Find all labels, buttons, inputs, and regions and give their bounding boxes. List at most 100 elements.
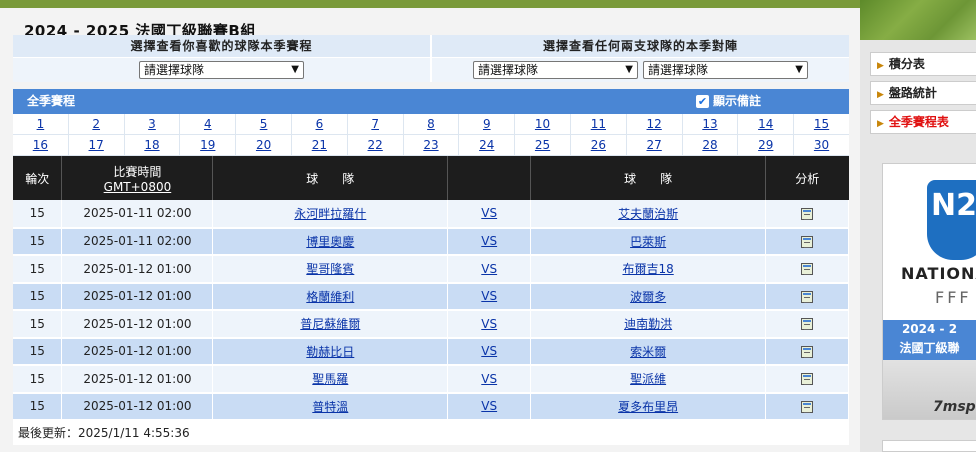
away-team-link[interactable]: 波爾多 (630, 290, 666, 304)
away-team-link[interactable]: 布爾吉18 (622, 262, 673, 276)
round-cell: 15 (13, 310, 63, 339)
round-link[interactable]: 8 (404, 114, 460, 134)
round-link[interactable]: 24 (459, 135, 516, 155)
round-link[interactable]: 25 (515, 135, 571, 155)
vs-link[interactable]: VS (481, 206, 497, 220)
away-team-cell: 索米爾 (530, 337, 767, 366)
time-cell: 2025-01-12 01:00 (61, 337, 214, 366)
promo-caption: 2024 - 2 法國丁級聯 (883, 320, 976, 360)
round-cell: 15 (13, 227, 63, 256)
vs-cell: VS (447, 227, 532, 256)
round-links: 1 2 3 4 5 6 7 8 9 10 11 12 13 14 15 16 17 18 19 20 21 22 23 24… (13, 114, 849, 156)
vs-link[interactable]: VS (481, 289, 497, 303)
analysis-icon[interactable] (801, 373, 813, 386)
away-team-cell: 巴萊斯 (530, 227, 767, 256)
vs-cell: VS (447, 282, 532, 311)
team-schedule-heading: 選擇查看你喜歡的球隊本季賽程 (13, 35, 432, 57)
analysis-icon[interactable] (801, 290, 813, 303)
show-notes-toggle[interactable]: ✔ 顯示備註 (696, 89, 761, 114)
round-link[interactable]: 5 (236, 114, 292, 134)
round-link[interactable]: 18 (125, 135, 181, 155)
league-promo-banner[interactable]: N2 NATIONA FFF 2024 - 2 法國丁級聯 7msp (882, 163, 976, 420)
home-team-link[interactable]: 格蘭維利 (306, 290, 354, 304)
round-link[interactable]: 17 (69, 135, 125, 155)
round-link[interactable]: 26 (571, 135, 627, 155)
sidebar-item-standings[interactable]: ▶ 積分表 (870, 52, 976, 76)
round-link[interactable]: 23 (404, 135, 460, 155)
away-team-link[interactable]: 夏多布里昂 (618, 400, 678, 414)
round-link[interactable]: 13 (683, 114, 739, 134)
home-team-link[interactable]: 普特溫 (312, 400, 348, 414)
col-home: 球 隊 (212, 156, 449, 200)
round-link[interactable]: 15 (794, 114, 849, 134)
round-link[interactable]: 2 (69, 114, 125, 134)
round-link[interactable]: 27 (627, 135, 683, 155)
vs-link[interactable]: VS (481, 234, 497, 248)
analysis-cell (765, 365, 849, 394)
round-link[interactable]: 6 (292, 114, 348, 134)
away-team-link[interactable]: 聖派維 (630, 372, 666, 386)
team-b-select[interactable]: 請選擇球隊 ▼ (643, 61, 808, 79)
round-link[interactable]: 20 (236, 135, 292, 155)
vs-link[interactable]: VS (481, 399, 497, 413)
analysis-icon[interactable] (801, 345, 813, 358)
round-link[interactable]: 9 (459, 114, 516, 134)
analysis-icon[interactable] (801, 318, 813, 331)
round-link[interactable]: 19 (180, 135, 237, 155)
col-analysis: 分析 (765, 156, 849, 200)
home-team-link[interactable]: 普尼蘇維爾 (300, 317, 360, 331)
round-link[interactable]: 28 (683, 135, 739, 155)
vs-link[interactable]: VS (481, 262, 497, 276)
arrow-right-icon: ▶ (877, 90, 884, 100)
round-link[interactable]: 29 (738, 135, 795, 155)
round-link[interactable]: 7 (348, 114, 404, 134)
round-link[interactable]: 3 (125, 114, 181, 134)
round-link[interactable]: 4 (180, 114, 237, 134)
team-select[interactable]: 請選擇球隊 ▼ (139, 61, 304, 79)
analysis-icon[interactable] (801, 235, 813, 248)
time-cell: 2025-01-12 01:00 (61, 310, 214, 339)
schedule-box: 選擇查看你喜歡的球隊本季賽程 選擇查看任何兩支球隊的本季對陣 請選擇球隊 ▼ 請… (13, 35, 849, 445)
show-notes-label: 顯示備註 (713, 94, 762, 108)
round-link[interactable]: 21 (292, 135, 348, 155)
vs-link[interactable]: VS (481, 372, 497, 386)
home-team-link[interactable]: 永河畔拉羅什 (294, 207, 366, 221)
table-row: 15 2025-01-12 01:00 聖馬羅 VS 聖派維 (13, 365, 849, 394)
round-link[interactable]: 10 (515, 114, 571, 134)
home-team-cell: 博里奧慶 (212, 227, 449, 256)
promo-site-logo: 7msp (933, 399, 976, 415)
timezone-link[interactable]: GMT+0800 (62, 180, 212, 194)
sidebar-item-full-schedule[interactable]: ▶ 全季賽程表 (870, 110, 976, 134)
away-team-link[interactable]: 巴萊斯 (630, 235, 666, 249)
round-link[interactable]: 22 (348, 135, 404, 155)
analysis-icon[interactable] (801, 400, 813, 413)
away-team-link[interactable]: 艾夫蘭治斯 (618, 207, 678, 221)
home-team-link[interactable]: 勒赫比日 (306, 345, 354, 359)
analysis-cell (765, 337, 849, 366)
show-notes-checkbox[interactable]: ✔ (696, 95, 709, 108)
last-updated: 最後更新：2025/1/11 4:55:36 (13, 421, 849, 445)
analysis-icon[interactable] (801, 263, 813, 276)
round-link[interactable]: 16 (13, 135, 69, 155)
round-link[interactable]: 11 (571, 114, 627, 134)
home-team-link[interactable]: 博里奧慶 (306, 235, 354, 249)
home-team-cell: 聖馬羅 (212, 365, 449, 394)
round-row-2: 16 17 18 19 20 21 22 23 24 25 26 27 28 29 30 (13, 135, 849, 156)
analysis-icon[interactable] (801, 207, 813, 220)
round-link[interactable]: 1 (13, 114, 69, 134)
sidebar-item-handicap-stats[interactable]: ▶ 盤路統計 (870, 81, 976, 105)
vs-link[interactable]: VS (481, 344, 497, 358)
season-bar: 全季賽程 ✔ 顯示備註 (13, 89, 849, 114)
away-team-link[interactable]: 索米爾 (630, 345, 666, 359)
away-team-cell: 艾夫蘭治斯 (530, 200, 767, 229)
home-team-link[interactable]: 聖哥隆賓 (306, 262, 354, 276)
round-link[interactable]: 12 (627, 114, 683, 134)
round-link[interactable]: 30 (794, 135, 849, 155)
team-a-select[interactable]: 請選擇球隊 ▼ (473, 61, 638, 79)
vs-link[interactable]: VS (481, 317, 497, 331)
round-cell: 15 (13, 365, 63, 394)
away-team-cell: 迪南勤洪 (530, 310, 767, 339)
home-team-link[interactable]: 聖馬羅 (312, 372, 348, 386)
away-team-link[interactable]: 迪南勤洪 (624, 317, 672, 331)
round-link[interactable]: 14 (738, 114, 795, 134)
